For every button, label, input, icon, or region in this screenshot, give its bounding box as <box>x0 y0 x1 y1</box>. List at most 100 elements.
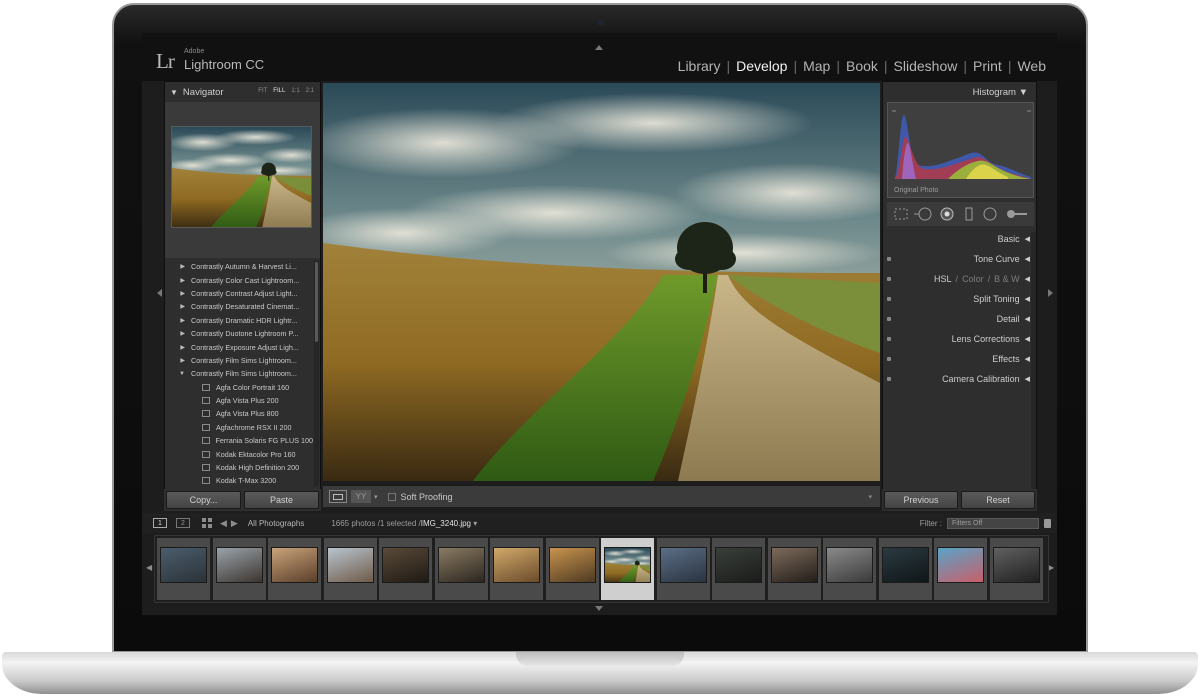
graduated-filter-icon[interactable] <box>965 207 973 221</box>
before-after-view-button[interactable]: YY <box>351 490 371 503</box>
filmstrip-thumbnail[interactable] <box>157 538 210 600</box>
filmstrip-thumbnail[interactable] <box>268 538 321 600</box>
preset-item[interactable]: Kodak T-Max 3200 <box>165 474 313 486</box>
panel-switch-icon[interactable] <box>887 276 891 281</box>
histogram-title[interactable]: Histogram ▼ <box>973 87 1028 98</box>
zoom-fit[interactable]: FIT <box>258 88 267 94</box>
filmstrip-thumbnail[interactable] <box>767 538 821 600</box>
filter-dropdown[interactable]: Filters Off <box>947 517 1039 529</box>
panel-switch-icon[interactable] <box>887 376 891 381</box>
module-web[interactable]: Web <box>1014 58 1049 74</box>
crop-tool-icon[interactable] <box>894 208 908 220</box>
filmstrip-thumbnail[interactable] <box>323 538 377 600</box>
folder-closed-triangle-icon[interactable]: ▶ <box>165 303 191 310</box>
filmstrip-thumbnail[interactable] <box>712 538 765 600</box>
grid-view-icon[interactable] <box>202 518 212 528</box>
panel-camera-calibration[interactable]: Camera Calibration ◀ <box>883 370 1036 387</box>
panel-basic[interactable]: Basic ◀ <box>883 230 1036 247</box>
presets-scrollbar[interactable] <box>314 260 319 486</box>
histogram[interactable]: Original Photo <box>887 102 1034 198</box>
back-forward-arrows-icon[interactable]: ◀▶ <box>220 518 242 529</box>
filmstrip-thumbnail[interactable] <box>656 538 710 600</box>
panel-switch-icon[interactable] <box>887 316 891 321</box>
tab-bw[interactable]: B & W <box>994 274 1020 284</box>
copy-button[interactable]: Copy... <box>166 491 241 509</box>
preset-folder[interactable]: ▶ Contrastly Color Cast Lightroom... <box>165 273 313 286</box>
spot-removal-icon[interactable] <box>914 207 932 221</box>
panel-split-toning[interactable]: Split Toning ◀ <box>883 290 1036 307</box>
preset-item[interactable]: Agfa Vista Plus 200 <box>165 394 313 407</box>
tab-hsl[interactable]: HSL <box>934 274 952 284</box>
panel-hsl-color-bw[interactable]: HSL / Color / B & W ◀ <box>883 270 1036 287</box>
panel-switch-icon[interactable] <box>887 256 891 261</box>
filmstrip-thumbnail[interactable] <box>490 538 543 600</box>
soft-proofing-checkbox[interactable] <box>387 492 396 501</box>
filmstrip-thumbnail[interactable] <box>823 538 876 600</box>
module-map[interactable]: Map <box>800 58 833 74</box>
preset-item[interactable]: Agfachrome RSX II 200 <box>165 421 313 434</box>
right-panel-scrollbar[interactable] <box>1031 232 1036 502</box>
top-panel-toggle-icon[interactable] <box>595 45 603 50</box>
preset-folder[interactable]: ▶ Contrastly Duotone Lightroom P... <box>165 327 313 340</box>
red-eye-icon[interactable] <box>940 207 954 221</box>
module-slideshow[interactable]: Slideshow <box>891 58 961 74</box>
folder-closed-triangle-icon[interactable]: ▶ <box>165 263 191 270</box>
paste-button[interactable]: Paste <box>244 491 319 509</box>
right-panel-toggle-icon[interactable] <box>1048 289 1053 297</box>
module-library[interactable]: Library <box>675 58 724 74</box>
filmstrip-thumbnail[interactable] <box>878 538 932 600</box>
previous-button[interactable]: Previous <box>884 491 958 509</box>
filmstrip-thumbnail[interactable] <box>212 538 266 600</box>
folder-closed-triangle-icon[interactable]: ▶ <box>165 357 191 364</box>
filmstrip-thumbnail[interactable] <box>934 538 987 600</box>
left-panel-toggle-icon[interactable] <box>157 289 162 297</box>
filmstrip-thumbnail-selected[interactable] <box>601 538 654 600</box>
reset-button[interactable]: Reset <box>961 491 1035 509</box>
panel-switch-icon[interactable] <box>887 356 891 361</box>
preset-item[interactable]: Agfa Color Portrait 160 <box>165 381 313 394</box>
module-print[interactable]: Print <box>970 58 1005 74</box>
panel-effects[interactable]: Effects ◀ <box>883 350 1036 367</box>
folder-closed-triangle-icon[interactable]: ▶ <box>165 330 191 337</box>
preset-folder[interactable]: ▶ Contrastly Dramatic HDR Lightr... <box>165 314 313 327</box>
preset-folder[interactable]: ▶ Contrastly Film Sims Lightroom... <box>165 354 313 367</box>
zoom-2-1[interactable]: 2:1 <box>306 88 314 94</box>
filmstrip-thumbnail[interactable] <box>989 538 1043 600</box>
navigator-thumbnail[interactable] <box>171 126 312 228</box>
filmstrip-thumbnail[interactable] <box>379 538 432 600</box>
secondary-window-button[interactable]: 2 <box>176 518 190 528</box>
folder-closed-triangle-icon[interactable]: ▶ <box>165 317 191 324</box>
toolbar-menu-icon[interactable]: ▾ <box>868 493 872 501</box>
preset-folder[interactable]: ▶ Contrastly Contrast Adjust Light... <box>165 287 313 300</box>
folder-closed-triangle-icon[interactable]: ▶ <box>165 290 191 297</box>
zoom-fill[interactable]: FILL <box>273 88 285 94</box>
loupe-view-icon[interactable] <box>329 490 347 503</box>
preset-folder[interactable]: ▶ Contrastly Autumn & Harvest Li... <box>165 260 313 273</box>
preset-item[interactable]: Kodak High Definition 200 <box>165 461 313 474</box>
tab-color[interactable]: Color <box>962 274 984 284</box>
module-book[interactable]: Book <box>843 58 881 74</box>
filter-lock-icon[interactable] <box>1044 518 1051 528</box>
zoom-1-1[interactable]: 1:1 <box>291 88 299 94</box>
collapse-triangle-icon[interactable]: ▼ <box>170 88 178 97</box>
folder-closed-triangle-icon[interactable]: ▶ <box>165 277 191 284</box>
module-develop[interactable]: Develop <box>733 58 790 74</box>
panel-switch-icon[interactable] <box>887 336 891 341</box>
preset-item[interactable]: Agfa Vista Plus 800 <box>165 407 313 420</box>
filmstrip-thumbnail[interactable] <box>545 538 599 600</box>
folder-open-triangle-icon[interactable]: ▼ <box>165 371 191 377</box>
radial-filter-icon[interactable] <box>983 207 997 221</box>
filmstrip-selection-info[interactable]: 1665 photos /1 selected /IMG_3240.jpg ▾ <box>331 519 477 528</box>
adjustment-brush-icon[interactable] <box>1007 210 1027 218</box>
filmstrip-source[interactable]: All Photographs <box>248 519 304 528</box>
panel-lens-corrections[interactable]: Lens Corrections ◀ <box>883 330 1036 347</box>
folder-closed-triangle-icon[interactable]: ▶ <box>165 344 191 351</box>
bottom-panel-toggle-icon[interactable] <box>595 606 603 611</box>
panel-switch-icon[interactable] <box>887 296 891 301</box>
preset-item[interactable]: Ferrania Solaris FG PLUS 100 <box>165 434 313 447</box>
view-dropdown-icon[interactable]: ▾ <box>374 493 378 501</box>
preset-folder[interactable]: ▶ Contrastly Exposure Adjust Ligh... <box>165 340 313 353</box>
preset-item[interactable]: Kodak Ektacolor Pro 160 <box>165 447 313 460</box>
preset-folder[interactable]: ▶ Contrastly Desaturated Cinemat... <box>165 300 313 313</box>
main-photo[interactable] <box>323 83 880 481</box>
